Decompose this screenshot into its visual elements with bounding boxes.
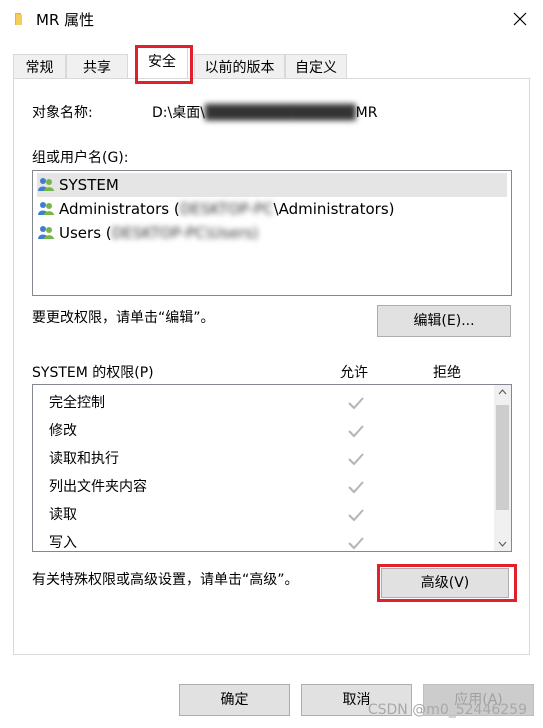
object-name-label: 对象名称: [32,105,93,121]
tab-label: 以前的版本 [204,60,275,76]
tab-label: 自定义 [295,60,337,76]
permission-name: 修改 [49,423,77,439]
user-group-icon [38,226,54,239]
tab-general[interactable]: 常规 [13,54,66,80]
permission-name: 写入 [49,535,77,551]
deny-header: 拒绝 [433,365,461,381]
tab-label: 安全 [148,54,176,70]
check-icon [348,537,364,550]
tab-security[interactable]: 安全 [136,47,188,78]
check-icon [348,481,364,494]
folder-icon [15,13,22,25]
scroll-up-icon[interactable] [498,389,507,395]
groups-label: 组或用户名(G): [32,150,129,166]
advanced-hint: 有关特殊权限或高级设置，请单击“高级”。 [32,572,299,588]
permission-row: 列出文件夹内容 [49,475,147,499]
title-bar: MR 属性 [0,0,543,38]
scroll-thumb[interactable] [496,405,509,510]
tab-sharing[interactable]: 共享 [66,54,128,80]
permission-row: 写入 [49,531,77,551]
permissions-scrollbar[interactable] [494,385,511,551]
object-path-tail: MR [355,105,378,121]
edit-button[interactable]: 编辑(E)... [377,305,511,337]
permissions-list[interactable]: 完全控制修改读取和执行列出文件夹内容 读取写入 [32,384,512,552]
permissions-header: SYSTEM 的权限(P) [32,365,154,381]
group-name-suffix: \Users) [205,224,259,242]
permission-row: 读取和执行 [49,447,119,471]
window-title: MR 属性 [36,11,95,29]
ok-button[interactable]: 确定 [179,684,290,716]
check-icon [348,509,364,522]
group-item-users[interactable]: Users (DESKTOP-PC\Users) [37,221,258,245]
permission-row: 完全控制 [49,391,105,415]
object-name-value: D:\桌面\██████████████MR [152,102,377,122]
close-icon [513,12,527,26]
permission-row: 修改 [49,419,77,443]
edit-hint: 要更改权限，请单击“编辑”。 [32,310,215,326]
tab-customize[interactable]: 自定义 [285,54,347,80]
security-panel: 对象名称: D:\桌面\██████████████MR 组或用户名(G): S… [13,78,530,655]
check-icon [348,425,364,438]
check-icon [348,453,364,466]
object-path-prefix: D:\桌面\ [152,105,205,121]
group-name-prefix: Administrators ( [59,200,180,218]
groups-list[interactable]: SYSTEM Administrators (DESKTOP-PC\Admini… [32,170,512,296]
group-item-system[interactable]: SYSTEM [37,173,507,197]
tab-previous-versions[interactable]: 以前的版本 [194,54,285,80]
group-name-redacted: DESKTOP-PC [111,224,206,242]
watermark: CSDN @m0_52446259 [367,702,527,718]
permission-name: 读取和执行 [49,451,119,467]
close-button[interactable] [497,0,543,38]
group-name-prefix: Users ( [59,224,112,242]
permission-name: 列出文件夹内容 [49,479,147,495]
user-group-icon [38,178,54,191]
group-name: SYSTEM [59,176,119,194]
group-name-redacted: DESKTOP-PC [179,200,274,218]
allow-header: 允许 [340,365,368,381]
scroll-down-icon[interactable] [498,541,507,547]
permission-name: 完全控制 [49,395,105,411]
tab-label: 共享 [83,60,111,76]
user-group-icon [38,202,54,215]
check-icon [348,397,364,410]
object-path-redacted: ██████████████ [204,105,356,121]
advanced-button[interactable]: 高级(V) [381,568,509,598]
permission-row: 读取 [49,503,77,527]
group-item-administrators[interactable]: Administrators (DESKTOP-PC\Administrator… [37,197,395,221]
tab-label: 常规 [25,60,54,76]
permission-name: 读取 [49,507,77,523]
group-name-suffix: \Administrators) [273,200,395,218]
